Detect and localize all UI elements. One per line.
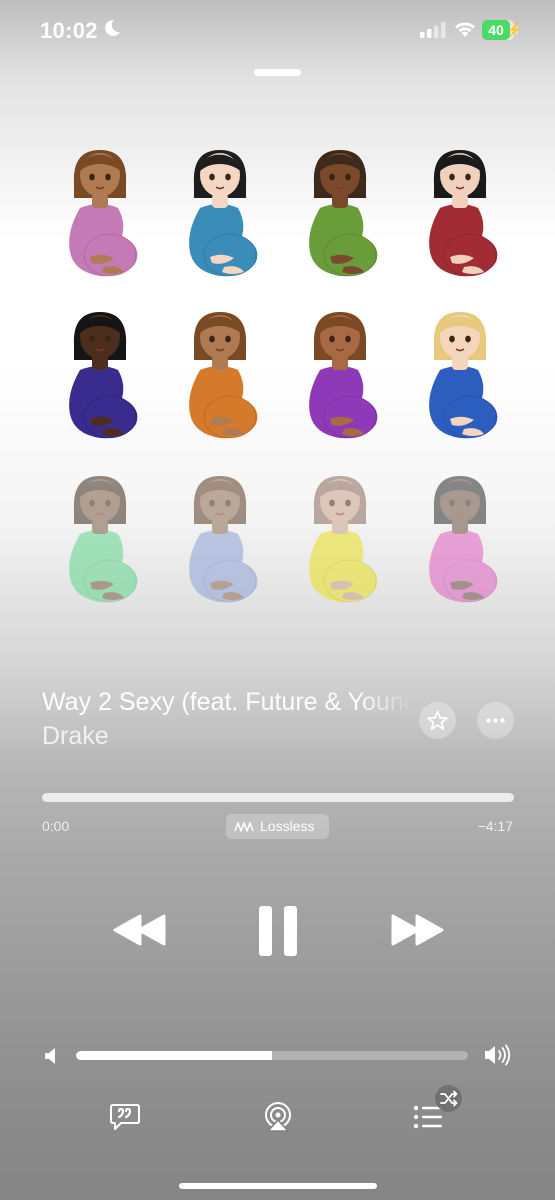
- sheet-grabber[interactable]: [254, 69, 301, 76]
- playback-scrubber[interactable]: [42, 793, 514, 802]
- emoji-pregnant-woman: [68, 475, 139, 604]
- emoji-pregnant-woman: [308, 311, 379, 440]
- more-icon: [486, 718, 505, 723]
- airplay-icon[interactable]: [262, 1101, 294, 1133]
- emoji-pregnant-woman: [308, 475, 379, 604]
- emoji-pregnant-woman: [428, 149, 499, 278]
- song-title-container: Way 2 Sexy (feat. Future & Young Thug): [42, 688, 414, 717]
- status-time: 10:02: [40, 18, 98, 43]
- remaining-time: −4:17: [477, 818, 513, 834]
- star-icon: [427, 710, 448, 730]
- charging-bolt-icon: ⚡: [506, 22, 523, 37]
- cellular-signal-icon: [420, 22, 446, 38]
- emoji-pregnant-woman: [188, 475, 259, 604]
- home-indicator[interactable]: [179, 1183, 377, 1189]
- wifi-icon: [455, 22, 475, 37]
- emoji-pregnant-woman: [428, 311, 499, 440]
- emoji-pregnant-woman: [188, 149, 259, 278]
- emoji-pregnant-woman: [308, 149, 379, 278]
- rewind-icon[interactable]: [112, 910, 168, 950]
- pause-icon[interactable]: [258, 905, 298, 957]
- lossless-badge[interactable]: Lossless: [226, 814, 329, 839]
- lyrics-icon[interactable]: [109, 1103, 141, 1131]
- status-bar: 10:02 40 ⚡: [0, 0, 555, 62]
- emoji-pregnant-woman: [68, 311, 139, 440]
- elapsed-time: 0:00: [42, 818, 70, 834]
- moon-icon: [105, 19, 120, 36]
- shuffle-icon: [440, 1090, 458, 1107]
- emoji-pregnant-woman: [428, 475, 499, 604]
- more-options-button[interactable]: [477, 702, 514, 739]
- album-artwork: [68, 149, 499, 604]
- volume-low-icon: [45, 1048, 55, 1064]
- volume-slider[interactable]: [76, 1051, 468, 1060]
- lossless-icon: [234, 822, 254, 832]
- emoji-pregnant-woman: [188, 311, 259, 440]
- lossless-label: Lossless: [260, 818, 315, 834]
- battery-icon: 40 ⚡: [482, 20, 522, 40]
- volume-slider-fill: [76, 1051, 272, 1060]
- fast-forward-icon[interactable]: [389, 910, 445, 950]
- favorite-button[interactable]: [419, 702, 456, 739]
- emoji-pregnant-woman: [68, 149, 139, 278]
- artist-name[interactable]: Drake: [42, 722, 109, 751]
- song-title: Way 2 Sexy (feat. Future & Young Thug): [42, 688, 414, 716]
- volume-high-icon: [485, 1044, 511, 1066]
- shuffle-badge[interactable]: [435, 1085, 462, 1112]
